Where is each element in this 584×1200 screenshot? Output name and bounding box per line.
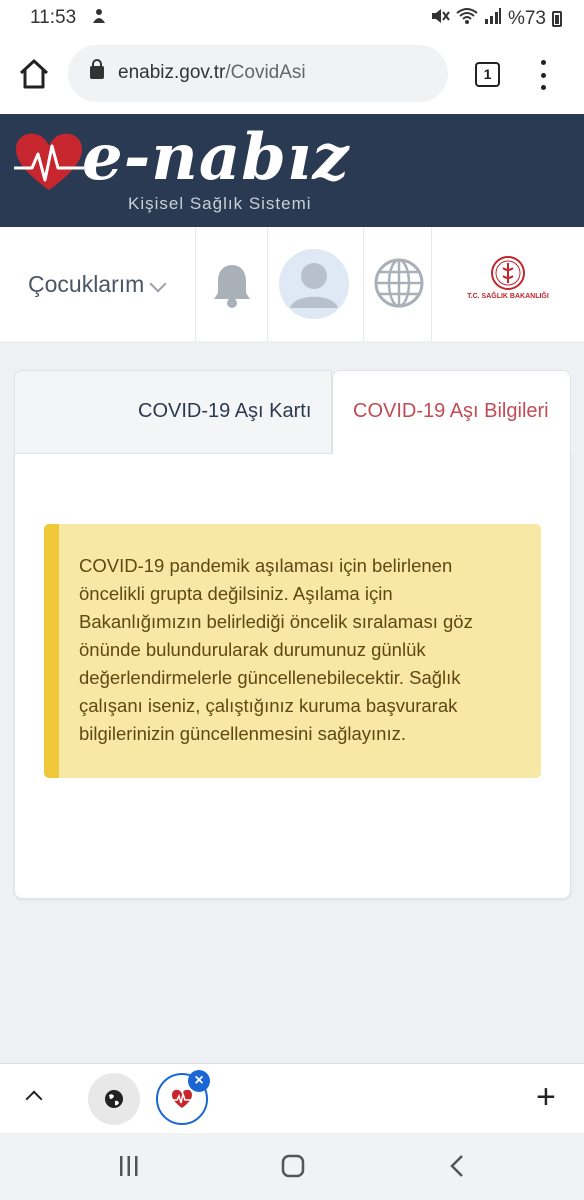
ministry-label: T.C. SAĞLIK BAKANLIĞI xyxy=(467,293,549,300)
battery-icon xyxy=(552,11,562,27)
site-subtitle: Kişisel Sağlık Sistemi xyxy=(128,194,312,213)
warning-alert: COVID-19 pandemik aşılaması için belirle… xyxy=(44,524,541,778)
status-time: 11:53 xyxy=(30,7,77,28)
system-navigation-bar xyxy=(0,1133,584,1200)
tab-strip: + xyxy=(0,1063,584,1133)
chevron-up-icon[interactable] xyxy=(25,1090,43,1108)
heart-logo-icon[interactable] xyxy=(14,132,84,199)
tab-vaccine-card-label: COVID-19 Aşı Kartı xyxy=(138,400,312,422)
avatar xyxy=(279,249,349,319)
menu-dot-icon xyxy=(540,72,546,78)
home-nav-icon[interactable] xyxy=(281,1154,305,1178)
heart-logo-icon xyxy=(171,1089,193,1108)
profile-button[interactable] xyxy=(268,227,364,341)
children-dropdown[interactable]: Çocuklarım xyxy=(0,227,196,341)
site-header: e-nabız Kişisel Sağlık Sistemi xyxy=(0,114,584,227)
signal-icon xyxy=(484,7,502,31)
menu-dot-icon xyxy=(540,85,546,90)
site-logo-text[interactable]: e-nabız xyxy=(82,120,350,195)
back-icon[interactable] xyxy=(448,1154,466,1178)
alert-accent-bar xyxy=(44,524,59,778)
tab-switcher-button[interactable]: 1 xyxy=(475,62,500,87)
status-bar: 11:53 %73 xyxy=(0,0,584,34)
divider xyxy=(14,453,333,454)
wifi-icon xyxy=(456,7,478,31)
battery-level: %73 xyxy=(507,8,546,29)
lock-icon xyxy=(90,59,104,79)
bell-icon xyxy=(214,265,250,308)
top-nav: Çocuklarım T.C. SAĞLIK BAKANLIĞI xyxy=(0,227,584,341)
children-dropdown-label: Çocuklarım xyxy=(28,271,145,297)
browser-toolbar: enabiz.gov.tr/CovidAsi 1 xyxy=(0,34,584,114)
url-text: enabiz.gov.tr/CovidAsi xyxy=(118,62,306,84)
address-bar[interactable]: enabiz.gov.tr/CovidAsi xyxy=(68,45,448,102)
ministry-emblem-icon xyxy=(491,256,525,290)
mute-icon xyxy=(430,7,450,31)
new-tab-button[interactable]: + xyxy=(536,1080,556,1114)
globe-icon xyxy=(105,1090,123,1108)
url-domain: enabiz.gov.tr xyxy=(118,62,226,83)
chevron-down-icon xyxy=(149,275,167,293)
ministry-logo-link[interactable]: T.C. SAĞLIK BAKANLIĞI xyxy=(432,227,584,341)
close-tab-button[interactable]: × xyxy=(188,1070,210,1092)
home-button[interactable] xyxy=(16,56,52,92)
url-path: /CovidAsi xyxy=(225,62,306,83)
menu-dot-icon xyxy=(540,60,546,65)
tab-vaccine-info-label: COVID-19 Aşı Bilgileri xyxy=(353,400,549,422)
recent-apps-icon[interactable] xyxy=(118,1155,140,1177)
browser-menu-button[interactable] xyxy=(536,60,550,90)
home-icon xyxy=(19,59,49,89)
notifications-button[interactable] xyxy=(196,227,268,341)
alert-message: COVID-19 pandemik aşılaması için belirle… xyxy=(79,555,473,744)
tab-thumbnail-globe[interactable] xyxy=(88,1073,140,1125)
notification-icon xyxy=(90,7,108,31)
globe-icon xyxy=(374,258,424,308)
language-button[interactable] xyxy=(364,227,432,341)
